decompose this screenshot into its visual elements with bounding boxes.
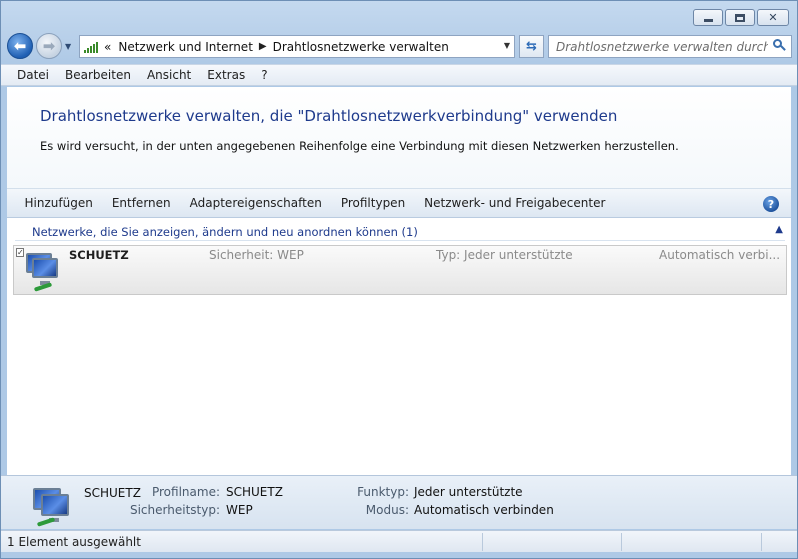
menu-extras[interactable]: Extras [199,68,253,82]
network-checkbox[interactable]: ✓ [16,248,24,257]
search-input[interactable]: Drahtlosnetzwerke verwalten durchsu… [556,40,768,54]
forward-arrow-icon: ➡ [42,37,56,55]
add-button[interactable]: Hinzufügen [15,196,102,210]
page-description: Es wird versucht, in der unten angegeben… [40,139,679,153]
details-pane: SCHUETZ Profilname: SCHUETZ Sicherheitst… [1,475,797,529]
breadcrumb-separator-icon[interactable]: ▶ [259,41,267,52]
address-prefix[interactable]: « [104,40,111,54]
menu-datei[interactable]: Datei [9,68,57,82]
refresh-button[interactable]: ⇆ [519,35,544,58]
page-title: Drahtlosnetzwerke verwalten, die "Drahtl… [40,107,618,125]
status-bar: 1 Element ausgewählt [1,530,797,552]
network-list-item[interactable]: ✓ SCHUETZ Sicherheit: WEP Typ: Jeder unt… [13,245,787,295]
security-type-value: WEP [226,503,253,517]
minimize-button[interactable] [693,9,723,26]
status-divider [621,533,622,551]
breadcrumb-netzwerk[interactable]: Netzwerk und Internet [118,40,253,54]
status-divider [761,533,762,551]
address-dropdown-icon[interactable]: ▼ [504,41,510,50]
menu-bar: Datei Bearbeiten Ansicht Extras ? [1,64,797,86]
caption-buttons: ✕ [693,9,789,26]
radio-type-value: Jeder unterstützte [414,485,523,499]
back-button[interactable]: ⬅ [7,33,33,59]
radio-type-label: Funktyp: [357,485,409,499]
page-header: Drahtlosnetzwerke verwalten, die "Drahtl… [7,87,791,188]
network-signal-icon [84,41,98,53]
forward-button[interactable]: ➡ [36,33,62,59]
mode-value: Automatisch verbinden [414,503,554,517]
close-button[interactable]: ✕ [757,9,789,26]
back-arrow-icon: ⬅ [13,37,27,55]
profile-name-label: Profilname: [151,485,220,499]
network-type: Typ: Jeder unterstützte [436,248,573,262]
refresh-icon: ⇆ [526,39,537,54]
remove-button[interactable]: Entfernen [102,196,180,210]
content-area: Drahtlosnetzwerke verwalten, die "Drahtl… [7,87,791,475]
network-name: SCHUETZ [69,248,129,262]
group-divider [15,240,785,241]
menu-ansicht[interactable]: Ansicht [139,68,199,82]
help-icon[interactable]: ? [763,196,779,212]
close-icon: ✕ [768,11,778,24]
maximize-button[interactable] [725,9,755,26]
status-text: 1 Element ausgewählt [7,534,141,549]
security-type-label: Sicherheitstyp: [129,503,220,517]
group-header[interactable]: Netzwerke, die Sie anzeigen, ändern und … [32,225,418,239]
profile-name-value: SCHUETZ [226,485,283,499]
adapter-properties-button[interactable]: Adaptereigenschaften [180,196,331,210]
recent-pages-dropdown[interactable]: ▼ [65,42,77,51]
menu-help[interactable]: ? [253,68,275,82]
collapse-group-icon[interactable]: ▲ [775,224,783,235]
profile-types-button[interactable]: Profiltypen [331,196,414,210]
maximize-icon [735,13,745,22]
explorer-window: ✕ ⬅ ➡ ▼ « Netzwerk und Internet ▶ Drahtl… [0,0,798,559]
menu-bearbeiten[interactable]: Bearbeiten [57,68,139,82]
breadcrumb-current[interactable]: Drahtlosnetzwerke verwalten [273,40,449,54]
search-box[interactable]: Drahtlosnetzwerke verwalten durchsu… [548,35,792,58]
mode-label: Modus: [365,503,409,517]
network-mode: Automatisch verbi... [659,248,781,262]
search-icon[interactable] [773,39,786,52]
navigation-bar: ⬅ ➡ ▼ « Netzwerk und Internet ▶ Drahtlos… [7,33,792,59]
address-bar[interactable]: « Netzwerk und Internet ▶ Drahtlosnetzwe… [79,35,515,58]
network-sharing-center-button[interactable]: Netzwerk- und Freigabecenter [415,196,615,210]
status-divider [482,533,483,551]
command-bar: Hinzufügen Entfernen Adaptereigenschafte… [7,188,791,218]
network-security: Sicherheit: WEP [209,248,304,262]
minimize-icon [703,19,713,22]
